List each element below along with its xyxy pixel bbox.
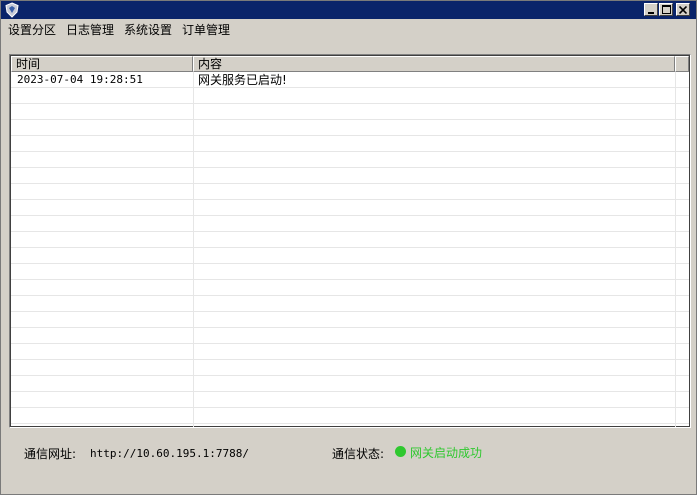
menu-item-order-management[interactable]: 订单管理	[177, 20, 235, 40]
state-label: 通信状态:	[332, 447, 385, 461]
close-icon	[678, 3, 688, 17]
column-header-filler	[675, 56, 689, 72]
shield-app-icon[interactable]	[4, 2, 20, 18]
menu-bar: 设置分区 日志管理 系统设置 订单管理	[1, 20, 696, 40]
address-label: 通信网址:	[24, 447, 77, 461]
menu-item-partition-settings[interactable]: 设置分区	[3, 20, 61, 40]
status-area: 通信网址: http://10.60.195.1:7788/ 通信状态: 网关启…	[1, 439, 696, 467]
minimize-button[interactable]	[644, 3, 658, 16]
log-rows: 2023-07-04 19:28:51 网关服务已启动!	[11, 72, 689, 427]
maximize-button[interactable]	[659, 3, 673, 16]
address-value: http://10.60.195.1:7788/	[90, 447, 249, 460]
column-header-time[interactable]: 时间	[11, 56, 193, 72]
log-time-cell: 2023-07-04 19:28:51	[17, 73, 143, 86]
column-header-content[interactable]: 内容	[193, 56, 675, 72]
minimize-icon	[647, 3, 655, 17]
log-content-cell: 网关服务已启动!	[198, 73, 287, 87]
menu-item-system-settings[interactable]: 系统设置	[119, 20, 177, 40]
column-divider	[675, 72, 676, 427]
log-list[interactable]: 时间 内容 2023-07-04 19:28:51 网关服务已启动!	[9, 54, 691, 428]
status-dot-icon	[395, 446, 406, 457]
log-list-header: 时间 内容	[11, 56, 689, 72]
close-button[interactable]	[676, 3, 690, 16]
column-divider	[193, 72, 194, 427]
log-row[interactable]: 2023-07-04 19:28:51 网关服务已启动!	[11, 72, 675, 88]
main-window: 设置分区 日志管理 系统设置 订单管理 时间 内容 2023-07-04 19:…	[0, 0, 697, 495]
state-value: 网关启动成功	[410, 446, 483, 460]
menu-item-log-management[interactable]: 日志管理	[61, 20, 119, 40]
title-bar[interactable]	[1, 1, 696, 19]
maximize-icon	[661, 3, 671, 17]
